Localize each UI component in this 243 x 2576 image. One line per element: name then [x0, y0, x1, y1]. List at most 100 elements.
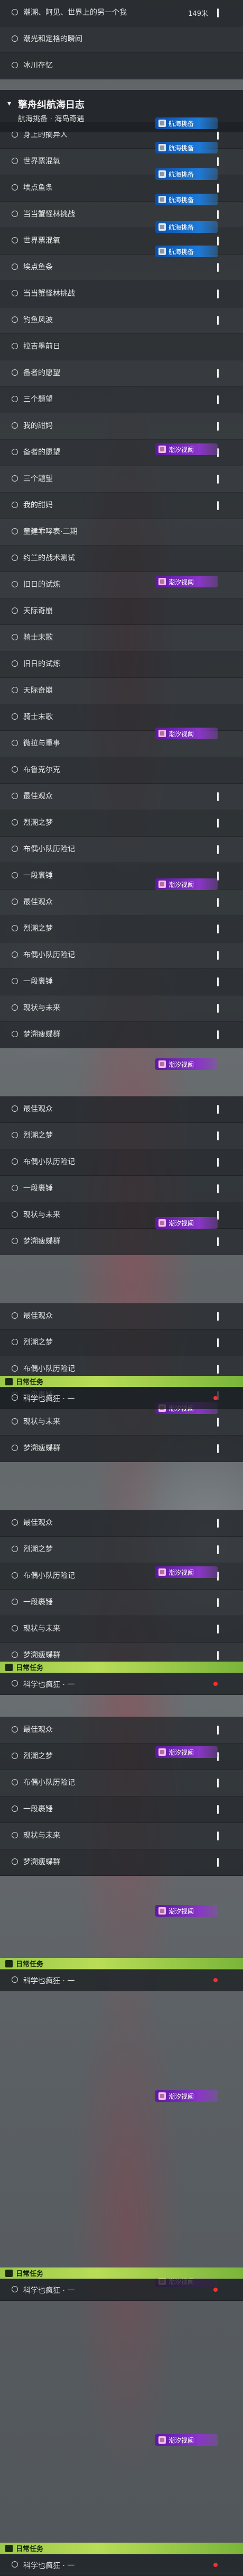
quest-row[interactable]: 潮光和定格的瞬间: [0, 26, 243, 53]
track-pin-icon[interactable]: [217, 1105, 219, 1114]
daily-quest-row[interactable]: 科学也疯狂 · 一: [0, 1387, 243, 1409]
quest-row[interactable]: 现状与未来: [0, 995, 243, 1022]
quest-row[interactable]: 当当蟹怪林挑战: [0, 281, 243, 307]
quest-row[interactable]: 冰川存忆: [0, 53, 243, 79]
track-pin-icon[interactable]: [217, 210, 219, 219]
daily-quest-row[interactable]: 科学也疯狂 · 一: [0, 1673, 243, 1695]
track-pin-icon[interactable]: [217, 951, 219, 960]
track-pin-icon[interactable]: [217, 1444, 219, 1453]
quest-row[interactable]: 备者的愿望: [0, 360, 243, 387]
quest-row[interactable]: 骑士末歌: [0, 625, 243, 651]
track-pin-icon[interactable]: [217, 1625, 219, 1634]
track-pin-icon[interactable]: [217, 1365, 219, 1374]
quest-row[interactable]: 最佳观众: [0, 1096, 243, 1123]
track-pin-icon[interactable]: [217, 1004, 219, 1013]
track-pin-icon[interactable]: [217, 1158, 219, 1167]
quest-label: 当当蟹怪林挑战: [23, 210, 75, 219]
quest-row[interactable]: 三个题望: [0, 387, 243, 413]
quest-row[interactable]: 布偶小队历险记: [0, 837, 243, 863]
quest-row[interactable]: 烈潮之梦: [0, 1330, 243, 1356]
quest-row[interactable]: 我的甜妈: [0, 493, 243, 519]
quest-row[interactable]: 约兰的战术测试: [0, 546, 243, 572]
track-pin-icon[interactable]: [217, 395, 219, 404]
quest-row[interactable]: 骑士末歌: [0, 704, 243, 731]
track-pin-icon[interactable]: [217, 263, 219, 272]
quest-row[interactable]: 布偶小队历险记: [0, 1770, 243, 1797]
track-pin-icon[interactable]: [217, 792, 219, 801]
track-pin-icon[interactable]: [217, 1858, 219, 1867]
track-pin-icon[interactable]: [217, 369, 219, 378]
track-pin-icon[interactable]: [217, 237, 219, 246]
quest-row[interactable]: 烈潮之梦: [0, 916, 243, 942]
quest-row[interactable]: 我的甜妈: [0, 413, 243, 440]
quest-row[interactable]: 布偶小队历险记: [0, 1149, 243, 1176]
track-pin-icon[interactable]: [217, 819, 219, 828]
quest-row[interactable]: 潮潮、阿见、世界上的另一个我 149米: [0, 0, 243, 26]
track-pin-icon[interactable]: [217, 1519, 219, 1528]
track-pin-icon[interactable]: [217, 316, 219, 325]
track-pin-icon[interactable]: [217, 1598, 219, 1607]
quest-row[interactable]: 一段裹锤: [0, 969, 243, 995]
track-pin-icon[interactable]: [217, 1418, 219, 1427]
track-pin-icon[interactable]: [217, 289, 219, 298]
track-pin-icon[interactable]: [217, 1184, 219, 1193]
track-pin-icon[interactable]: [217, 1779, 219, 1788]
quest-row[interactable]: 天际奇崩: [0, 678, 243, 704]
quest-row[interactable]: 童建乖哮表·二期: [0, 519, 243, 546]
quest-row[interactable]: 钓鱼风波: [0, 307, 243, 334]
quest-row[interactable]: 现状与未来: [0, 1616, 243, 1643]
quest-row[interactable]: 天际奇崩: [0, 598, 243, 625]
quest-row[interactable]: 梦溯瘦蝶群: [0, 1436, 243, 1462]
quest-label: 潮光和定格的瞬间: [23, 35, 82, 43]
quest-row[interactable]: 梦溯瘦蝶群: [0, 1849, 243, 1876]
quest-row[interactable]: 布偶小队历险记: [0, 942, 243, 969]
circle-icon: [12, 62, 18, 68]
track-pin-icon[interactable]: [217, 1651, 219, 1660]
track-pin-icon[interactable]: [217, 8, 219, 17]
track-pin-icon[interactable]: [217, 501, 219, 510]
quest-row[interactable]: 最佳观众: [0, 784, 243, 810]
track-pin-icon[interactable]: [217, 422, 219, 431]
quest-row[interactable]: 埃点鱼条: [0, 255, 243, 281]
track-pin-icon[interactable]: [217, 184, 219, 193]
quest-row[interactable]: 布鲁克尔克: [0, 757, 243, 784]
quest-row[interactable]: 梦溯瘦蝶群: [0, 1022, 243, 1048]
daily-quest-row[interactable]: 科学也疯狂 · 一: [0, 2279, 243, 2301]
track-pin-icon[interactable]: [217, 924, 219, 933]
track-pin-icon[interactable]: [217, 977, 219, 986]
track-pin-icon[interactable]: [217, 1131, 219, 1140]
track-pin-icon[interactable]: [217, 1805, 219, 1814]
daily-quest-row[interactable]: 科学也疯狂 · 一: [0, 1970, 243, 1991]
track-pin-icon[interactable]: [217, 157, 219, 166]
quest-row[interactable]: 一段裹锤: [0, 1176, 243, 1202]
circle-icon: [12, 264, 18, 270]
quest-row[interactable]: 拉吉墨前日: [0, 334, 243, 360]
quest-row[interactable]: 最佳观众: [0, 1303, 243, 1330]
track-pin-icon[interactable]: [217, 1312, 219, 1321]
quest-row[interactable]: 现状与未来: [0, 1823, 243, 1849]
quest-label: 世界票混氧: [23, 237, 60, 245]
quest-row[interactable]: 最佳观众: [0, 890, 243, 916]
track-pin-icon[interactable]: [217, 1831, 219, 1840]
track-pin-icon[interactable]: [217, 1030, 219, 1039]
track-pin-icon[interactable]: [217, 475, 219, 484]
track-pin-icon[interactable]: [217, 845, 219, 854]
track-pin-icon[interactable]: [217, 1726, 219, 1735]
quest-row[interactable]: 烈潮之梦: [0, 810, 243, 837]
quest-row[interactable]: 旧日的试炼: [0, 651, 243, 678]
quest-row[interactable]: 烈潮之梦: [0, 1123, 243, 1149]
track-pin-icon[interactable]: [217, 1338, 219, 1347]
circle-icon: [12, 396, 18, 402]
quest-row[interactable]: 梦溯瘦蝶群: [0, 1229, 243, 1255]
quest-row[interactable]: 三个题望: [0, 466, 243, 493]
quest-row[interactable]: 最佳观众: [0, 1717, 243, 1744]
chevron-down-icon[interactable]: ▾: [7, 99, 11, 108]
track-pin-icon[interactable]: [217, 898, 219, 907]
quest-row[interactable]: 烈潮之梦: [0, 1537, 243, 1563]
daily-quest-row[interactable]: 科学也疯狂 · 一: [0, 2554, 243, 2576]
track-pin-icon[interactable]: [217, 1545, 219, 1554]
quest-row[interactable]: 一段裹锤: [0, 1590, 243, 1616]
track-pin-icon[interactable]: [217, 1237, 219, 1246]
quest-row[interactable]: 最佳观众: [0, 1510, 243, 1537]
quest-row[interactable]: 一段裹锤: [0, 1797, 243, 1823]
